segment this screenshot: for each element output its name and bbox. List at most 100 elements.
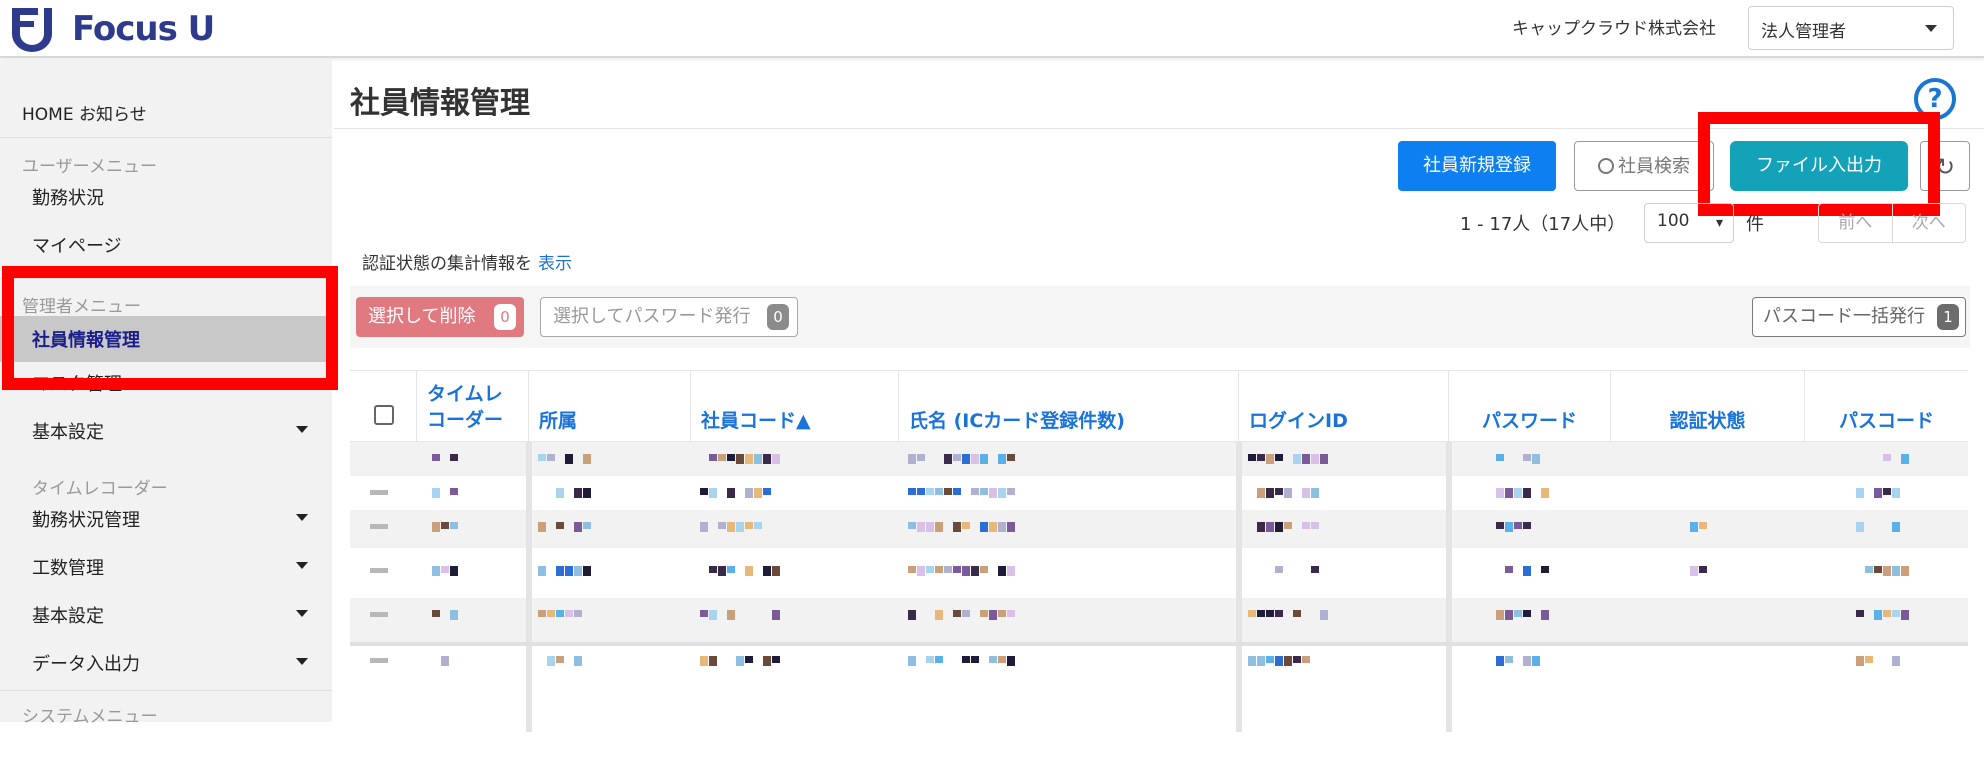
- redacted-pixel: [935, 522, 943, 532]
- redacted-pixel: [1883, 488, 1891, 495]
- redacted-pixel: [441, 656, 449, 666]
- redacted-pixel: [1320, 454, 1328, 464]
- redacted-pixel: [1505, 522, 1513, 532]
- redacted-pixel: [944, 454, 952, 464]
- redacted-pixel: [1514, 610, 1522, 617]
- logo[interactable]: Focus U: [6, 4, 215, 54]
- table-row[interactable]: [350, 510, 1968, 548]
- caret-down-icon: [296, 426, 308, 433]
- bulk-passcode-button[interactable]: パスコード一括発行 1: [1752, 297, 1966, 337]
- sidebar-item-home[interactable]: HOME お知らせ: [0, 86, 332, 138]
- redacted-pixel: [583, 454, 591, 464]
- redacted-pixel: [1302, 656, 1310, 663]
- sidebar-item-label: 基本設定: [32, 422, 104, 443]
- sidebar-item-work-status-admin[interactable]: 勤務状況管理: [0, 498, 332, 538]
- redacted-pixel: [980, 610, 988, 617]
- redacted-pixel: [1514, 488, 1522, 498]
- auth-info-show-link[interactable]: 表示: [538, 254, 572, 274]
- table-row[interactable]: [350, 476, 1968, 510]
- redacted-pixel: [1496, 656, 1504, 666]
- col-name[interactable]: 氏名 (ICカード登録件数): [898, 371, 1238, 443]
- redacted-pixel: [370, 568, 388, 573]
- sidebar: HOME お知らせ ユーザーメニュー 勤務状況 マイページ 管理者メニュー 社員…: [0, 60, 332, 727]
- redacted-pixel: [1892, 656, 1900, 666]
- redacted-pixel: [1248, 656, 1256, 666]
- redacted-pixel: [583, 522, 591, 529]
- redacted-pixel: [1007, 656, 1015, 666]
- col-employee-code[interactable]: 社員コード▲: [690, 371, 898, 443]
- redacted-pixel: [450, 488, 458, 495]
- auth-info-text: 認証状態の集計情報を: [362, 254, 532, 274]
- col-auth-status[interactable]: 認証状態: [1610, 371, 1804, 443]
- redacted-pixel: [962, 454, 970, 464]
- delete-selected-button[interactable]: 選択して削除 0: [356, 297, 524, 337]
- redacted-pixel: [935, 566, 943, 573]
- redacted-pixel: [1523, 610, 1531, 617]
- redacted-pixel: [908, 610, 916, 620]
- redacted-pixel: [1856, 488, 1864, 498]
- redacted-pixel: [1266, 610, 1274, 617]
- per-page-select[interactable]: 100 ▾: [1644, 203, 1734, 243]
- role-select[interactable]: 法人管理者: [1748, 6, 1954, 50]
- redacted-pixel: [1257, 522, 1265, 532]
- employee-search-button[interactable]: 社員検索: [1574, 141, 1714, 191]
- sidebar-item-work-status[interactable]: 勤務状況: [0, 176, 332, 216]
- caret-down-icon: [296, 514, 308, 521]
- redacted-pixel: [727, 610, 735, 620]
- redacted-pixel: [450, 454, 458, 461]
- employee-search-label: 社員検索: [1618, 156, 1690, 177]
- col-passcode[interactable]: パスコード: [1804, 371, 1968, 443]
- redacted-pixel: [1523, 566, 1531, 576]
- sidebar-item-data-io[interactable]: データ入出力: [0, 642, 332, 682]
- sidebar-item-mypage[interactable]: マイページ: [0, 224, 332, 264]
- redacted-pixel: [1302, 454, 1310, 464]
- redacted-pixel: [1266, 488, 1274, 498]
- col-time-recorder[interactable]: タイムレコーダー: [416, 371, 528, 443]
- redacted-pixel: [709, 488, 717, 498]
- redacted-pixel: [1293, 610, 1301, 617]
- next-page-button[interactable]: 次へ: [1891, 204, 1966, 242]
- redacted-pixel: [556, 522, 564, 529]
- redacted-pixel: [574, 522, 582, 532]
- redacted-pixel: [370, 490, 388, 495]
- redacted-pixel: [1293, 454, 1301, 464]
- table-row[interactable]: [350, 598, 1968, 642]
- redacted-pixel: [754, 488, 762, 498]
- delete-count-badge: 0: [494, 304, 516, 330]
- issue-password-button[interactable]: 選択してパスワード発行 0: [540, 297, 798, 337]
- redacted-pixel: [1892, 610, 1900, 617]
- redacted-pixel: [565, 454, 573, 464]
- redacted-pixel: [745, 522, 753, 529]
- select-all-checkbox[interactable]: [374, 405, 394, 425]
- sidebar-item-basic-settings[interactable]: 基本設定: [0, 410, 332, 450]
- redacted-pixel: [926, 566, 934, 573]
- sidebar-item-man-hours[interactable]: 工数管理: [0, 546, 332, 586]
- redacted-pixel: [980, 566, 988, 573]
- col-login-id[interactable]: ログインID: [1238, 371, 1448, 443]
- col-department[interactable]: 所属: [528, 371, 690, 443]
- table-row[interactable]: [350, 548, 1968, 598]
- redacted-pixel: [1901, 566, 1909, 576]
- redacted-pixel: [441, 522, 449, 529]
- redacted-pixel: [1007, 454, 1015, 461]
- redacted-pixel: [574, 566, 582, 576]
- table-row[interactable]: [350, 442, 1968, 476]
- app-header: Focus U キャップクラウド株式会社 法人管理者: [0, 0, 1984, 58]
- redacted-pixel: [1901, 610, 1909, 620]
- redacted-pixel: [709, 656, 717, 666]
- col-password[interactable]: パスワード: [1448, 371, 1610, 443]
- redacted-pixel: [1874, 610, 1882, 620]
- sidebar-item-label: 工数管理: [32, 558, 104, 579]
- pager: 前へ 次へ: [1818, 203, 1966, 243]
- redacted-pixel: [971, 566, 979, 576]
- redacted-pixel: [745, 656, 753, 663]
- sidebar-item-tr-basic-settings[interactable]: 基本設定: [0, 594, 332, 634]
- redacted-pixel: [718, 454, 726, 461]
- redacted-pixel: [1248, 454, 1256, 461]
- table-row[interactable]: [350, 646, 1968, 676]
- redacted-pixel: [944, 488, 952, 495]
- redacted-pixel: [1248, 610, 1256, 617]
- prev-page-button[interactable]: 前へ: [1819, 204, 1892, 242]
- redacted-pixel: [1892, 488, 1900, 498]
- new-employee-button[interactable]: 社員新規登録: [1398, 141, 1556, 191]
